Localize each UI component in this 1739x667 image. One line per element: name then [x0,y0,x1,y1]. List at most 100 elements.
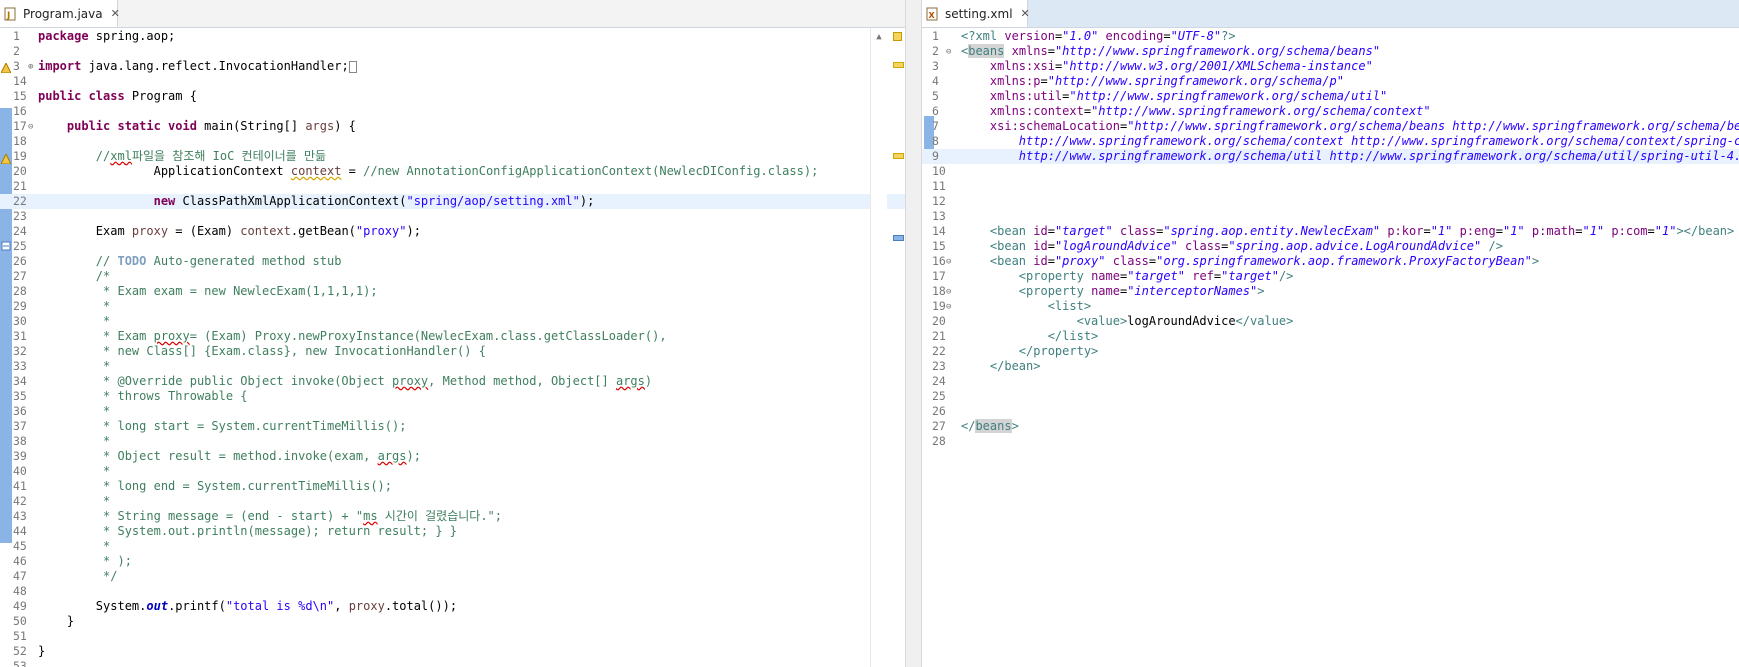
code-line: 27 </beans> [932,419,1019,433]
collapse-icon[interactable]: ⊖ [946,45,951,60]
code-line: 21 </list> [932,329,1099,343]
code-line: 26 [932,404,946,418]
java-tab-bar: J Program.java ✕ [0,0,905,28]
code-line: 47 */ [13,569,118,583]
code-line: 10 [932,164,946,178]
code-line: 27 /* [13,269,111,283]
code-line: 18 ⊖ <property name="interceptorNames"> [932,284,1265,300]
code-line: 25 [932,389,946,403]
tab-label: Program.java [23,6,103,21]
code-line: 25 [13,239,27,253]
code-line: 20 ApplicationContext context = //new An… [13,164,819,178]
collapse-icon[interactable]: ⊖ [946,255,951,270]
code-line: 30 * [13,314,111,328]
code-line: 21 [13,179,27,193]
code-line: 19 //xml파일을 참조해 IoC 컨테이너를 만듦 [13,149,327,163]
code-line: 23 [13,209,27,223]
tab-program-java[interactable]: J Program.java ✕ [0,0,120,27]
java-file-icon: J [4,7,18,21]
xml-code-editor[interactable]: 1 <?xml version="1.0" encoding="UTF-8"?> … [922,28,1739,667]
code-line: 24 [932,374,946,388]
tab-label: setting.xml [945,6,1013,21]
code-line: 15 <bean id="logAroundAdvice" class="spr… [932,239,1503,253]
code-line: 1 <?xml version="1.0" encoding="UTF-8"?> [932,29,1236,43]
code-line: 5 xmlns:util="http://www.springframework… [932,89,1388,103]
warning-summary-icon[interactable] [893,32,902,41]
code-line: 17 <property name="target" ref="target"/… [932,269,1294,283]
code-line: 22 </property> [932,344,1099,358]
code-line: 8 http://www.springframework.org/schema/… [932,134,1739,148]
code-line: 35 * throws Throwable { [13,389,248,403]
scroll-up-arrow-icon[interactable]: ▲ [871,32,887,42]
xml-editor-pane: X setting.xml ✕ 1 <?xml version="1.0" enc… [922,0,1739,667]
code-line: 34 * @Override public Object invoke(Obje… [13,374,653,388]
code-line: 3 ⊕ import java.lang.reflect.InvocationHan… [0,59,905,74]
code-line: 49 System.out.printf("total is %d\n", pr… [13,599,458,613]
java-code-editor[interactable]: 1 package spring.aop; 2 3 ⊕ import java.lan… [0,28,905,667]
java-editor-pane: J Program.java ✕ 1 package spring.aop; 2 … [0,0,905,667]
code-line: 51 [13,629,27,643]
java-overview-ruler[interactable] [891,28,905,667]
code-line: 50 } [13,614,75,628]
close-tab-icon[interactable]: ✕ [111,7,120,20]
code-line: 12 [932,194,946,208]
tab-setting-xml[interactable]: X setting.xml ✕ [922,0,1030,27]
code-line: 36 * [13,404,111,418]
code-line: 28 * Exam exam = new NewlecExam(1,1,1,1)… [13,284,378,298]
code-line: 46 * ); [13,554,132,568]
code-line: 29 * [13,299,111,313]
svg-text:J: J [6,11,10,21]
code-line: 26 // TODO Auto-generated method stub [13,254,342,268]
svg-text:X: X [929,11,936,20]
code-line: 41 * long end = System.currentTimeMillis… [13,479,393,493]
collapse-icon[interactable]: ⊖ [946,285,951,300]
code-line: 6 xmlns:context="http://www.springframew… [932,104,1431,118]
collapse-icon[interactable]: ⊖ [946,300,951,315]
current-code-line: 22 new ClassPathXmlApplicationContext("s… [0,194,905,209]
code-line: 14 [13,74,27,88]
expand-icon[interactable]: ⊕ [28,60,33,75]
code-line: 45 * [13,539,111,553]
code-line: 16 ⊖ <bean id="proxy" class="org.springfr… [932,254,1540,270]
code-line: 13 [932,209,946,223]
java-code-lines: 1 package spring.aop; 2 3 ⊕ import java.lan… [0,29,905,667]
code-line: 37 * long start = System.currentTimeMill… [13,419,407,433]
code-line: 11 [932,179,946,193]
code-line: 52} [13,644,46,658]
code-line: 20 <value>logAroundAdvice</value> [932,314,1294,328]
code-line: 48 [13,584,27,598]
xml-file-icon: X [926,7,940,21]
code-line: 33 * [13,359,111,373]
code-line: 40 * [13,464,111,478]
code-line: 44 * System.out.println(message); return… [13,524,458,538]
overview-warning-mark[interactable] [893,153,904,159]
code-line: 42 * [13,494,111,508]
code-line: 24 Exam proxy = (Exam) context.getBean("… [13,224,421,238]
code-line: 19 ⊖ <list> [932,299,1092,315]
code-line: 31 * Exam proxy= (Exam) Proxy.newProxyIn… [13,329,667,343]
code-line: 1 package spring.aop; [13,29,176,43]
code-line: 32 * new Class[] {Exam.class}, new Invoc… [13,344,486,358]
collapse-icon[interactable]: ⊖ [28,120,33,135]
code-line: 18 [13,134,27,148]
code-line: 15 public class Program { [13,89,197,103]
close-tab-icon[interactable]: ✕ [1021,7,1030,20]
code-line: 43 * String message = (end - start) + "m… [13,509,503,523]
code-line: 14 <bean id="target" class="spring.aop.e… [932,224,1735,238]
editor-splitter[interactable] [905,0,922,667]
xml-tab-bar: X setting.xml ✕ [922,0,1739,28]
code-line: 17 ⊖ public static void main(String[] arg… [13,119,356,135]
overview-warning-mark[interactable] [893,62,904,68]
code-line: 53 [13,659,27,667]
code-line: 2 ⊖ <beans xmlns="http://www.springframewo… [932,44,1381,60]
code-line: 3 xmlns:xsi="http://www.w3.org/2001/XMLS… [932,59,1373,73]
code-line: 38 * [13,434,111,448]
code-line: 2 [13,44,20,58]
java-vertical-scrollbar[interactable]: ▲ [870,28,887,667]
code-line: 4 xmlns:p="http://www.springframework.or… [932,74,1344,88]
code-line: 28 [932,434,946,448]
code-line: 16 [13,104,27,118]
overview-task-mark[interactable] [893,235,904,241]
current-code-line: 9 http://www.springframework.org/schema/… [922,149,1739,164]
code-line: 23 </bean> [932,359,1041,373]
